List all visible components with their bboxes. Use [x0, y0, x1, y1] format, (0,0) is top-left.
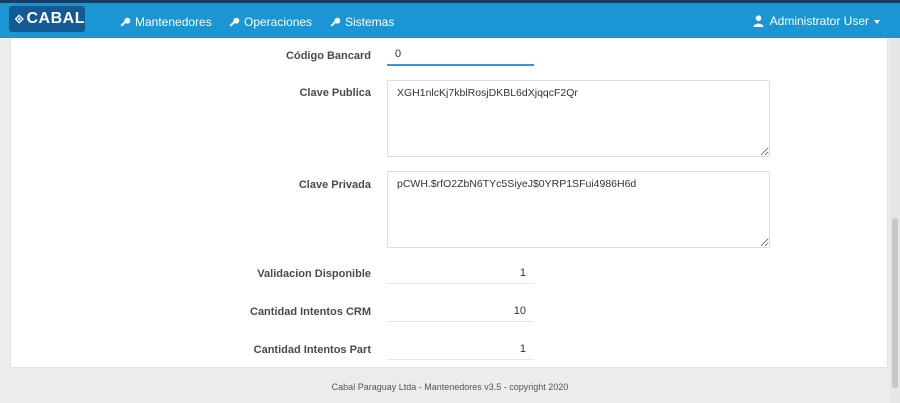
scrollbar-track[interactable]: [890, 38, 900, 403]
validacion-disponible-input[interactable]: [387, 262, 534, 284]
diamond-logo-icon: [15, 14, 24, 24]
clave-privada-label: Clave Privada: [298, 179, 371, 191]
footer-copyright: Cabal Paraguay Ltda - Mantenedores v3.5 …: [331, 382, 569, 392]
scrollbar-thumb[interactable]: [892, 218, 898, 388]
codigo-bancard-input[interactable]: [387, 44, 534, 66]
user-menu[interactable]: Administrator User: [753, 14, 880, 28]
cantidad-intentos-crm-label: Cantidad Intentos CRM: [250, 306, 371, 318]
cantidad-intentos-part-label: Cantidad Intentos Part: [253, 344, 371, 356]
clave-privada-textarea[interactable]: pCWH.$rfO2ZbN6TYc5SiyeJ$0YRP1SFui4986H6d: [387, 171, 770, 248]
nav-item-sistemas[interactable]: Sistemas: [330, 15, 394, 29]
key-icon: [120, 17, 131, 27]
user-icon: [753, 15, 764, 27]
nav-item-label: Sistemas: [345, 15, 395, 29]
cantidad-intentos-part-input[interactable]: [387, 338, 534, 360]
key-icon: [330, 17, 341, 27]
user-name: Administrator User: [769, 14, 869, 28]
clave-publica-label: Clave Publica: [299, 87, 371, 99]
validacion-disponible-label: Validacion Disponible: [257, 268, 371, 280]
brand-logo[interactable]: CABAL: [9, 6, 85, 32]
brand-name: CABAL: [26, 10, 85, 27]
nav-item-operaciones[interactable]: Operaciones: [229, 15, 312, 29]
nav-item-mantenedores[interactable]: Mantenedores: [120, 15, 212, 29]
clave-publica-textarea[interactable]: XGH1nlcKj7kblRosjDKBL6dXjqqcF2Qr: [387, 80, 770, 157]
key-icon: [229, 17, 240, 27]
top-navbar: CABAL Mantenedores Operaciones Sistemas …: [0, 0, 900, 38]
nav-item-label: Mantenedores: [135, 15, 212, 29]
chevron-down-icon: [874, 19, 880, 24]
cantidad-intentos-crm-input[interactable]: [387, 300, 534, 322]
nav-item-label: Operaciones: [244, 15, 313, 29]
codigo-bancard-label: Código Bancard: [286, 50, 371, 62]
